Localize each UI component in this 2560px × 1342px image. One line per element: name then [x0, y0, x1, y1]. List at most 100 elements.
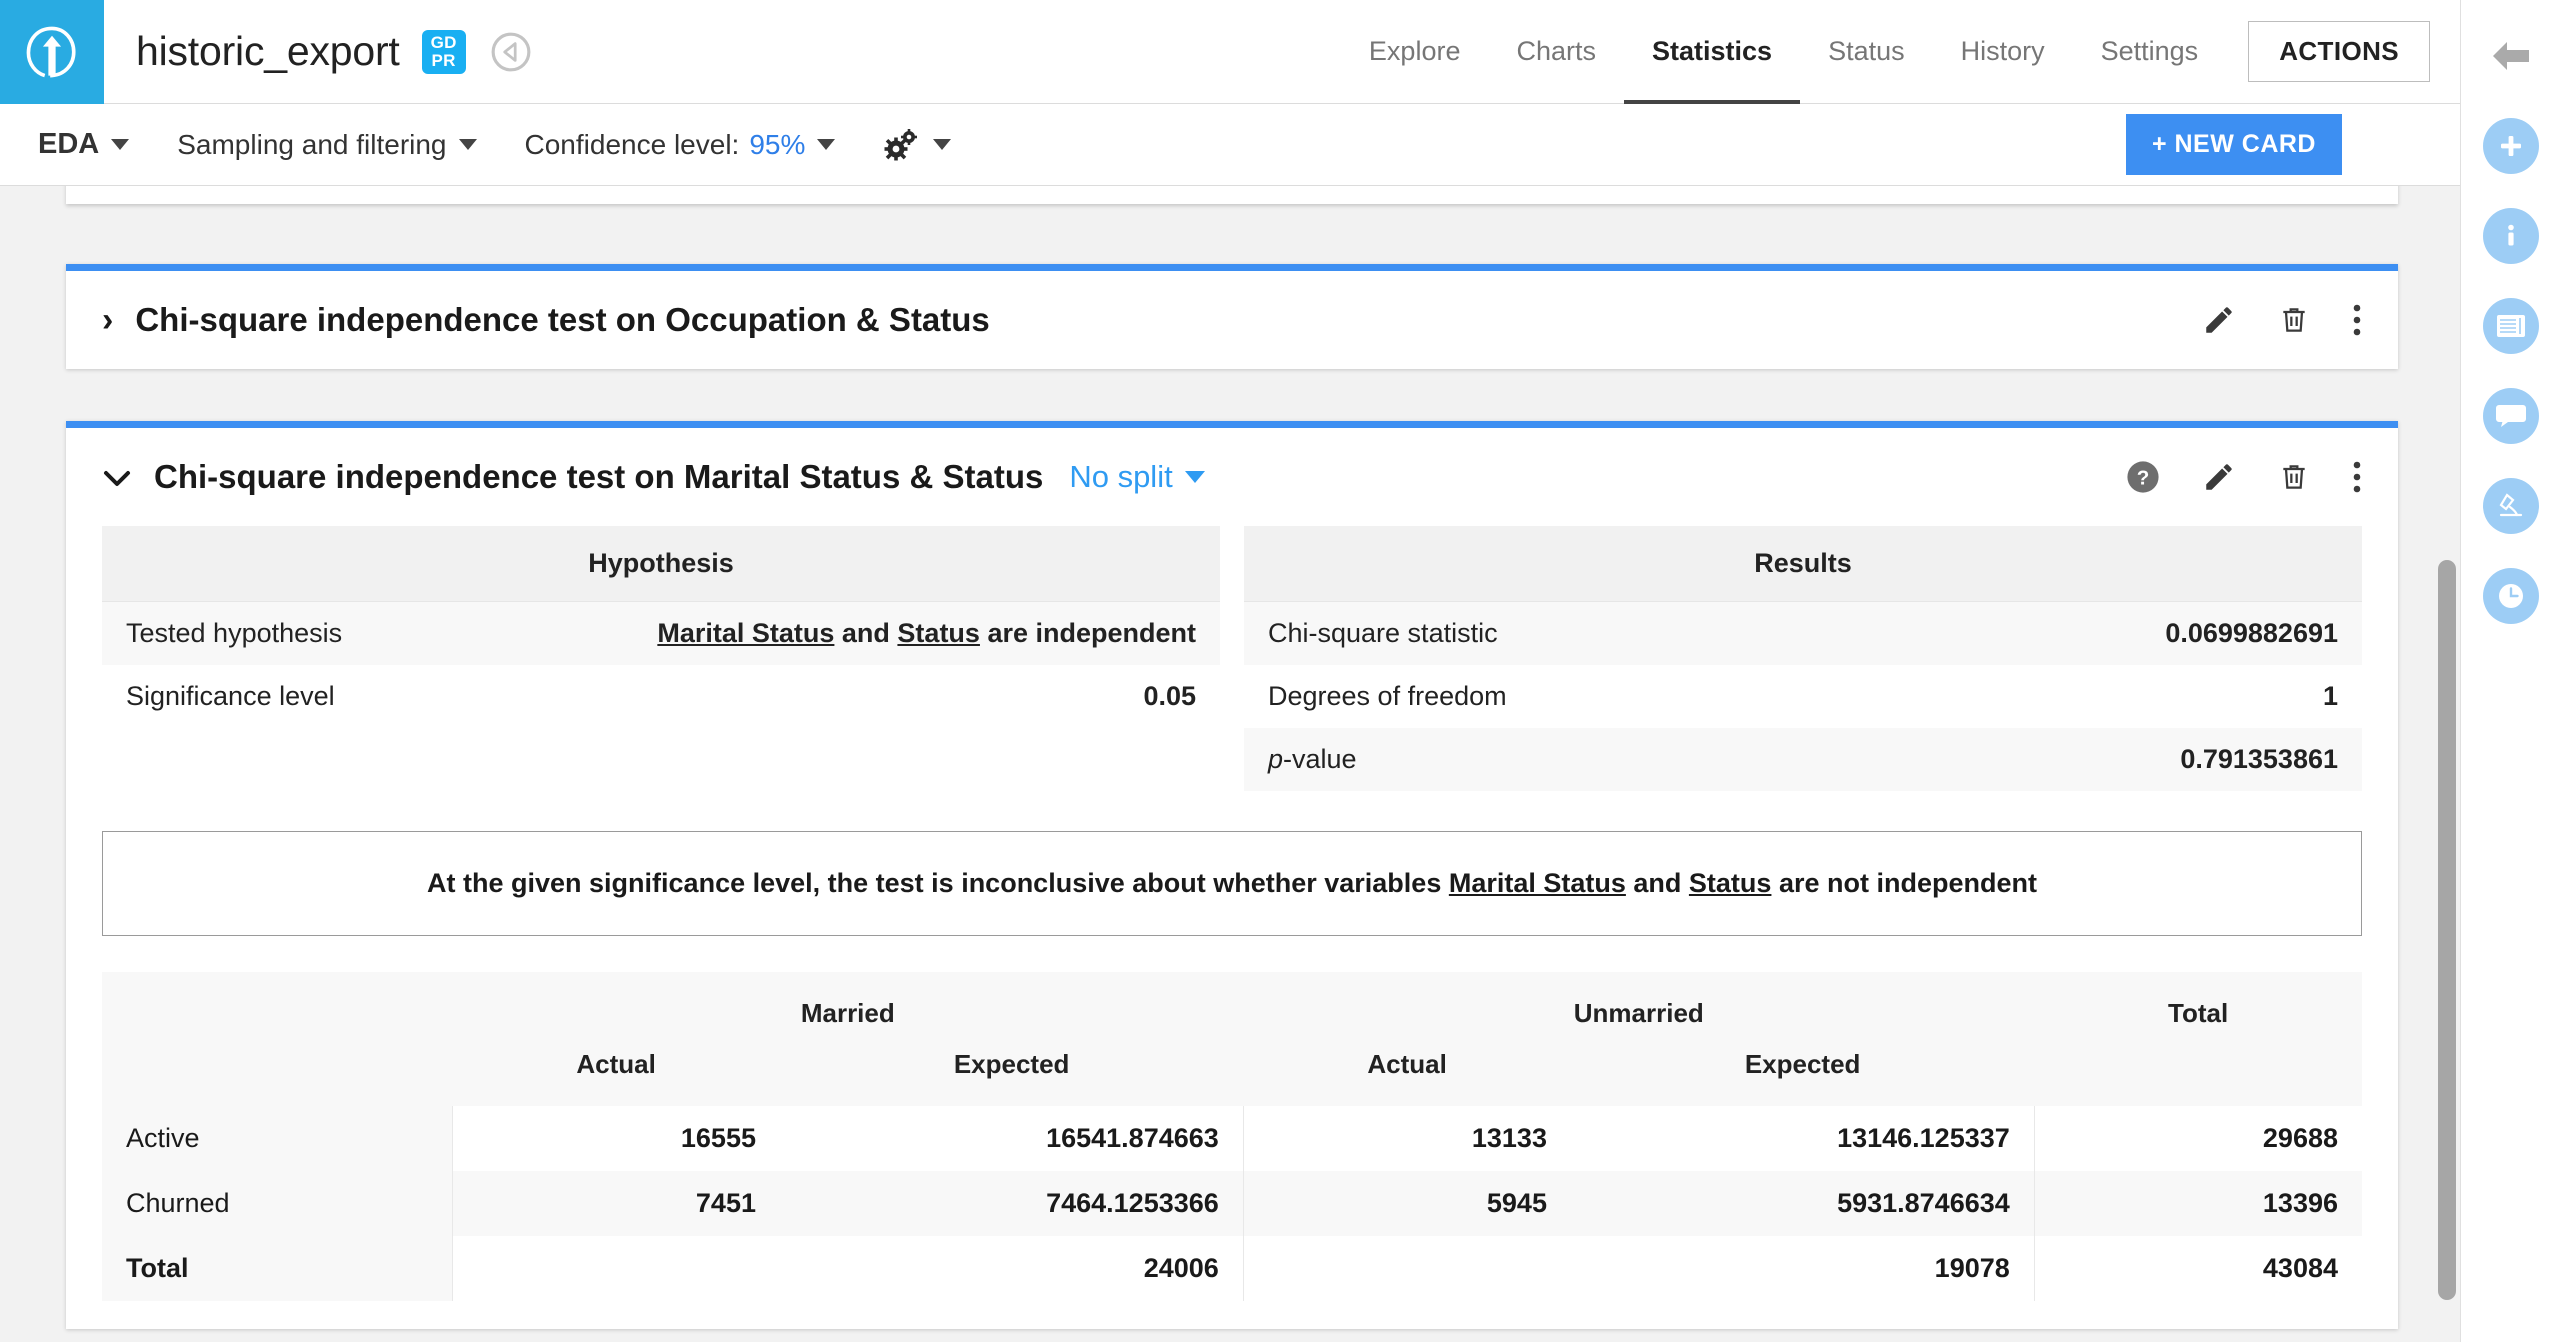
contingency-group-header-row: Married Unmarried Total [102, 972, 2362, 1039]
confidence-value: 95% [749, 129, 805, 161]
hypothesis-table: Hypothesis Tested hypothesis Marital Sta… [102, 526, 1220, 791]
chevron-down-icon [1185, 471, 1205, 483]
results-table: Results Chi-square statistic 0.069988269… [1244, 526, 2362, 791]
table-row-spacer [102, 728, 1220, 791]
p-value-label: p-value [1244, 728, 1876, 791]
actions-button[interactable]: ACTIONS [2248, 21, 2430, 82]
tab-settings[interactable]: Settings [2073, 0, 2227, 104]
chevron-right-icon[interactable]: › [102, 303, 113, 337]
p-value-value: 0.791353861 [1876, 728, 2362, 791]
more-icon[interactable] [2352, 303, 2362, 337]
contingency-section: Married Unmarried Total Actual Expected … [66, 936, 2398, 1329]
total-grand: 43084 [2034, 1236, 2362, 1301]
chevron-down-icon [817, 139, 835, 150]
active-married-actual: 16555 [452, 1106, 780, 1171]
main-nav: Explore Charts Statistics Status History… [1341, 0, 2460, 104]
verdict-var-2: Status [1689, 868, 1772, 898]
churned-total: 13396 [2034, 1171, 2362, 1236]
active-unmarried-actual: 13133 [1243, 1106, 1571, 1171]
tab-explore[interactable]: Explore [1341, 0, 1489, 104]
group-header-unmarried: Unmarried [1243, 972, 2034, 1039]
active-total: 29688 [2034, 1106, 2362, 1171]
row-label-churned: Churned [102, 1171, 452, 1236]
hypothesis-var-1: Marital Status [657, 618, 834, 648]
right-rail [2460, 0, 2560, 1342]
churned-married-actual: 7451 [452, 1171, 780, 1236]
delete-icon[interactable] [2278, 461, 2310, 493]
cards-scroll-area[interactable]: › Chi-square independence test on Occupa… [0, 186, 2460, 1342]
table-row: Degrees of freedom 1 [1244, 665, 2362, 728]
toolbar-settings-dropdown[interactable] [883, 128, 951, 162]
group-header-blank [102, 972, 452, 1039]
lab-icon[interactable] [2483, 478, 2539, 534]
app-logo[interactable] [0, 0, 104, 104]
verdict-var-1: Marital Status [1449, 868, 1626, 898]
total-married-expected: 24006 [780, 1236, 1243, 1301]
card-header-actions: ? [2126, 460, 2362, 494]
churned-married-expected: 7464.1253366 [780, 1171, 1243, 1236]
chi-square-statistic-label: Chi-square statistic [1244, 602, 1876, 666]
verdict-box: At the given significance level, the tes… [102, 831, 2362, 936]
table-row: Tested hypothesis Marital Status and Sta… [102, 602, 1220, 666]
sub-header-married-actual: Actual [452, 1039, 780, 1106]
gdpr-line-2: PR [432, 52, 456, 70]
more-icon[interactable] [2352, 460, 2362, 494]
notes-icon[interactable] [2483, 298, 2539, 354]
split-dropdown[interactable]: No split [1069, 459, 1204, 495]
sub-header-total-blank [2034, 1039, 2362, 1106]
history-clock-icon[interactable] [2483, 568, 2539, 624]
edit-icon[interactable] [2202, 303, 2236, 337]
group-header-married: Married [452, 972, 1243, 1039]
sub-header-unmarried-actual: Actual [1243, 1039, 1571, 1106]
dataset-title: historic_export [136, 28, 400, 75]
comment-icon[interactable] [2483, 388, 2539, 444]
total-unmarried-actual [1243, 1236, 1571, 1301]
hypothesis-var-2: Status [897, 618, 980, 648]
contingency-sub-header-row: Actual Expected Actual Expected [102, 1039, 2362, 1106]
confidence-level-dropdown[interactable]: Confidence level: 95% [525, 129, 836, 161]
top-bar: historic_export GD PR Explore Charts Sta… [0, 0, 2460, 104]
gears-icon [883, 128, 921, 162]
delete-icon[interactable] [2278, 304, 2310, 336]
chevron-down-icon [111, 139, 129, 150]
card-header[interactable]: › Chi-square independence test on Occupa… [66, 271, 2398, 369]
new-card-button[interactable]: + NEW CARD [2126, 114, 2342, 175]
tab-statistics[interactable]: Statistics [1624, 0, 1800, 104]
scrollbar-thumb[interactable] [2438, 560, 2456, 1300]
tab-charts[interactable]: Charts [1488, 0, 1624, 104]
tab-status[interactable]: Status [1800, 0, 1933, 104]
table-row: Active 16555 16541.874663 13133 13146.12… [102, 1106, 2362, 1171]
compass-icon[interactable] [490, 31, 532, 73]
info-icon[interactable] [2483, 208, 2539, 264]
chevron-down-icon[interactable] [102, 460, 132, 494]
churned-unmarried-actual: 5945 [1243, 1171, 1571, 1236]
tab-history[interactable]: History [1933, 0, 2073, 104]
table-row: Significance level 0.05 [102, 665, 1220, 728]
total-unmarried-expected: 19078 [1571, 1236, 2034, 1301]
card-title: Chi-square independence test on Occupati… [135, 301, 989, 339]
hypothesis-suffix: are independent [980, 618, 1196, 648]
table-row: Churned 7451 7464.1253366 5945 5931.8746… [102, 1171, 2362, 1236]
gdpr-badge: GD PR [422, 30, 466, 74]
active-married-expected: 16541.874663 [780, 1106, 1243, 1171]
verdict-prefix: At the given significance level, the tes… [427, 868, 1449, 898]
chevron-down-icon [459, 139, 477, 150]
edit-icon[interactable] [2202, 460, 2236, 494]
eda-label: EDA [38, 128, 99, 161]
table-row: Chi-square statistic 0.0699882691 [1244, 602, 2362, 666]
card-header[interactable]: Chi-square independence test on Marital … [66, 428, 2398, 526]
add-icon[interactable] [2483, 118, 2539, 174]
help-icon[interactable]: ? [2126, 460, 2160, 494]
split-label: No split [1069, 459, 1172, 495]
degrees-of-freedom-label: Degrees of freedom [1244, 665, 1876, 728]
up-arrow-circle-icon [23, 23, 81, 81]
sampling-label: Sampling and filtering [177, 129, 446, 161]
significance-level-value: 0.05 [449, 665, 1220, 728]
eda-dropdown[interactable]: EDA [38, 128, 129, 161]
back-arrow-icon[interactable] [2483, 28, 2539, 84]
row-label-active: Active [102, 1106, 452, 1171]
active-unmarried-expected: 13146.125337 [1571, 1106, 2034, 1171]
card-header-actions [2202, 303, 2362, 337]
sampling-filtering-dropdown[interactable]: Sampling and filtering [177, 129, 476, 161]
sub-header-unmarried-expected: Expected [1571, 1039, 2034, 1106]
